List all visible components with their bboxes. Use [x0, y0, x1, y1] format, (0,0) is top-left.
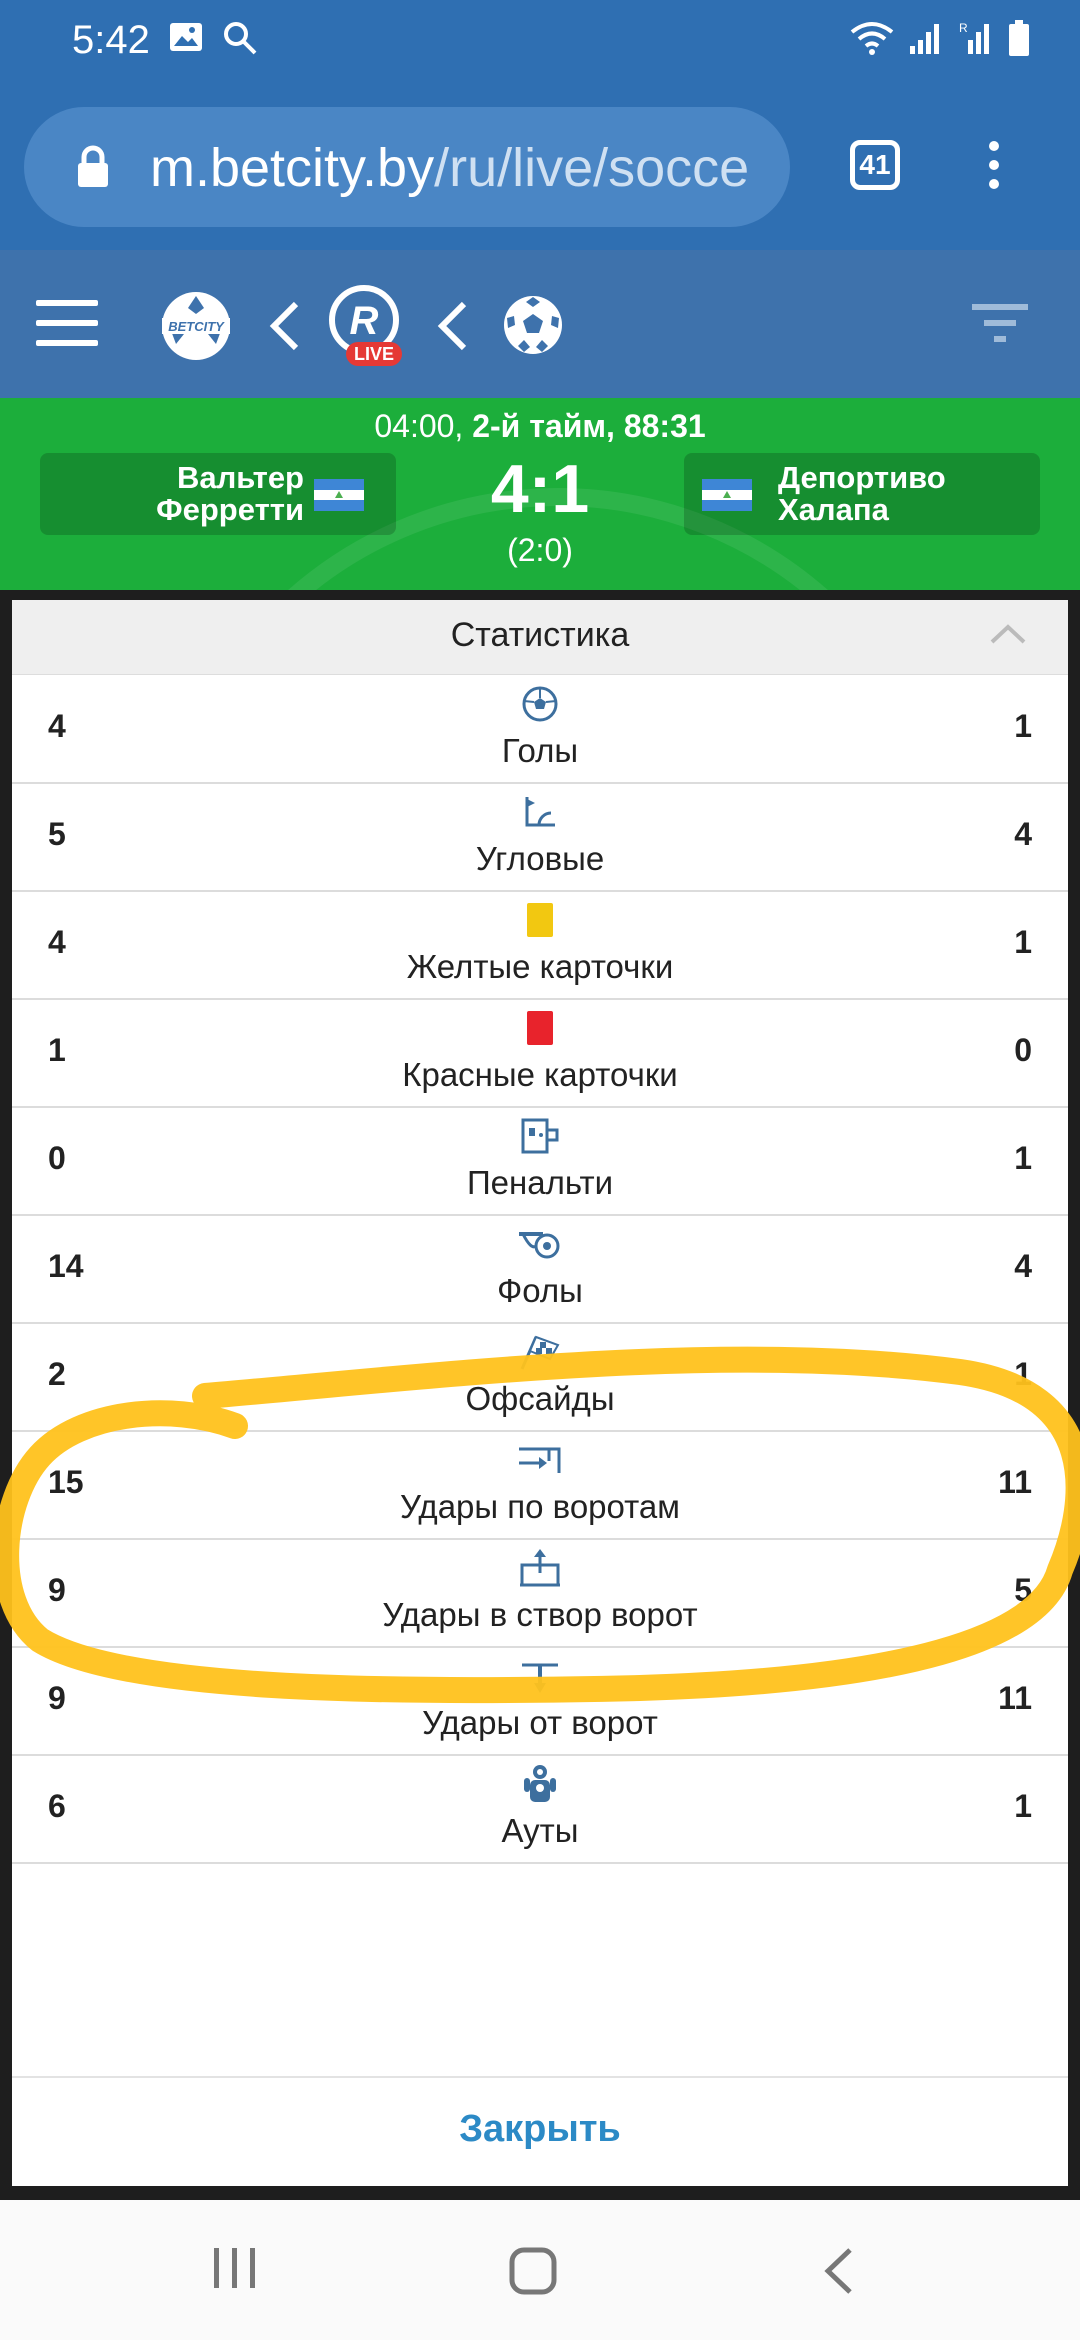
close-bar: Закрыть	[12, 2076, 1068, 2188]
stat-label: Офсайды	[465, 1380, 615, 1417]
stat-row-shots-on-target: 9 Удары в створ ворот 5	[12, 1538, 1068, 1648]
stat-row-corners: 5 Угловые 4	[12, 782, 1068, 892]
goal-kick-icon	[522, 1663, 558, 1693]
filter-icon[interactable]	[972, 302, 1028, 346]
stat-row-offsides: 2 Офсайды 1	[12, 1322, 1068, 1432]
stat-row-fouls: 14 Фолы 4	[12, 1214, 1068, 1324]
offside-flag-icon	[520, 1335, 560, 1370]
lock-icon	[78, 145, 108, 187]
away-team-name: Депортиво Халапа	[778, 460, 946, 527]
android-nav-bar	[0, 2200, 1080, 2340]
statistics-title: Статистика	[450, 616, 630, 654]
stat-away-value: 11	[998, 1680, 1032, 1716]
tabs-button[interactable]: 41	[850, 140, 900, 190]
stat-row-red-cards: 1 Красные карточки 0	[12, 998, 1068, 1108]
stat-label: Ауты	[501, 1812, 579, 1849]
url-host: m.betcity.by	[150, 138, 435, 198]
stat-label: Удары в створ ворот	[382, 1596, 698, 1633]
stat-row-yellow-cards: 4 Желтые карточки 1	[12, 890, 1068, 1000]
penalty-icon	[521, 1118, 559, 1154]
match-period: 2-й тайм, 88:31	[472, 408, 706, 444]
soccer-ball-icon	[522, 686, 558, 722]
stat-label: Угловые	[475, 840, 605, 877]
red-card-icon	[527, 1011, 553, 1045]
stat-label: Пенальти	[466, 1164, 614, 1201]
search-icon	[224, 22, 257, 55]
away-team: Депортиво Халапа	[684, 453, 1040, 535]
shots-on-target-icon	[520, 1549, 560, 1587]
statistics-header[interactable]: Статистика	[12, 600, 1068, 675]
stat-row-goals: 4 Голы 1	[12, 674, 1068, 784]
stat-away-value: 0	[1014, 1032, 1032, 1068]
away-team-flag-icon	[702, 479, 752, 511]
battery-icon	[1009, 20, 1029, 56]
stat-away-value: 1	[1014, 1140, 1032, 1176]
betcity-logo-text: BETCITY	[168, 319, 225, 334]
back-icon[interactable]	[820, 2246, 856, 2296]
betcity-logo-icon[interactable]: BETCITY	[158, 288, 234, 364]
stat-label: Красные карточки	[402, 1056, 678, 1093]
stat-away-value: 11	[998, 1464, 1032, 1500]
stat-away-value: 5	[1014, 1572, 1032, 1608]
stat-away-value: 4	[1014, 816, 1032, 852]
recent-apps-icon[interactable]	[210, 2246, 260, 2290]
corner-flag-icon	[525, 797, 555, 827]
live-badge: LIVE	[354, 344, 394, 364]
statistics-panel: Статистика 4 Голы 1 5 Угловые 4 4 Желтые…	[12, 600, 1068, 2186]
yellow-card-icon	[527, 903, 553, 937]
url-text: m.betcity.by/ru/live/socce	[150, 137, 749, 199]
stat-label: Удары от ворот	[422, 1704, 658, 1741]
close-button[interactable]: Закрыть	[12, 2108, 1068, 2151]
stat-away-value: 4	[1014, 1248, 1032, 1284]
browser-chrome: 5:42 R m.betcity.by/ru/live/socce 41	[0, 0, 1080, 250]
stat-label: Фолы	[497, 1272, 583, 1309]
stat-row-goal-kicks: 9 Удары от ворот 11	[12, 1646, 1068, 1756]
match-time-prefix: 04:00,	[374, 408, 473, 444]
home-icon[interactable]	[508, 2246, 558, 2296]
stat-away-value: 1	[1014, 1788, 1032, 1824]
chevron-left-icon[interactable]	[436, 300, 470, 352]
svg-text:R: R	[959, 21, 968, 35]
status-bar: 5:42 R	[0, 0, 1080, 85]
shots-icon	[519, 1447, 561, 1473]
stat-row-throw-ins: 6 Ауты 1	[12, 1754, 1068, 1864]
match-bar: 04:00, 2-й тайм, 88:31 Вальтер Ферретти …	[0, 398, 1080, 590]
whistle-icon	[519, 1232, 560, 1259]
throw-in-icon	[524, 1765, 556, 1802]
chevron-up-icon[interactable]	[988, 622, 1028, 646]
url-path: /ru/live/socce	[434, 138, 750, 198]
svg-text:R: R	[350, 299, 379, 343]
stat-row-penalties: 0 Пенальти 1	[12, 1106, 1068, 1216]
halftime-score: (2:0)	[507, 532, 573, 568]
site-header: BETCITY R LIVE	[0, 250, 1080, 398]
wifi-icon	[850, 22, 894, 55]
match-time: 04:00, 2-й тайм, 88:31	[0, 408, 1080, 445]
hamburger-menu-icon[interactable]	[36, 300, 98, 360]
stat-away-value: 1	[1014, 924, 1032, 960]
signal-roaming-icon: R	[959, 21, 989, 54]
signal-icon	[910, 24, 939, 54]
soccer-ball-icon[interactable]	[502, 294, 564, 356]
stat-row-shots: 15 Удары по воротам 11	[12, 1430, 1068, 1540]
stat-away-value: 1	[1014, 1356, 1032, 1392]
more-options-icon[interactable]	[986, 140, 1002, 190]
stat-label: Голы	[501, 732, 579, 769]
status-time: 5:42	[72, 18, 150, 62]
gallery-icon	[170, 23, 202, 51]
stat-away-value: 1	[1014, 708, 1032, 744]
chevron-left-icon[interactable]	[268, 300, 302, 352]
stat-label: Желтые карточки	[406, 948, 674, 985]
address-bar[interactable]: m.betcity.by/ru/live/socce	[24, 107, 790, 227]
live-logo-icon[interactable]: R LIVE	[326, 284, 406, 368]
stat-label: Удары по воротам	[400, 1488, 680, 1525]
